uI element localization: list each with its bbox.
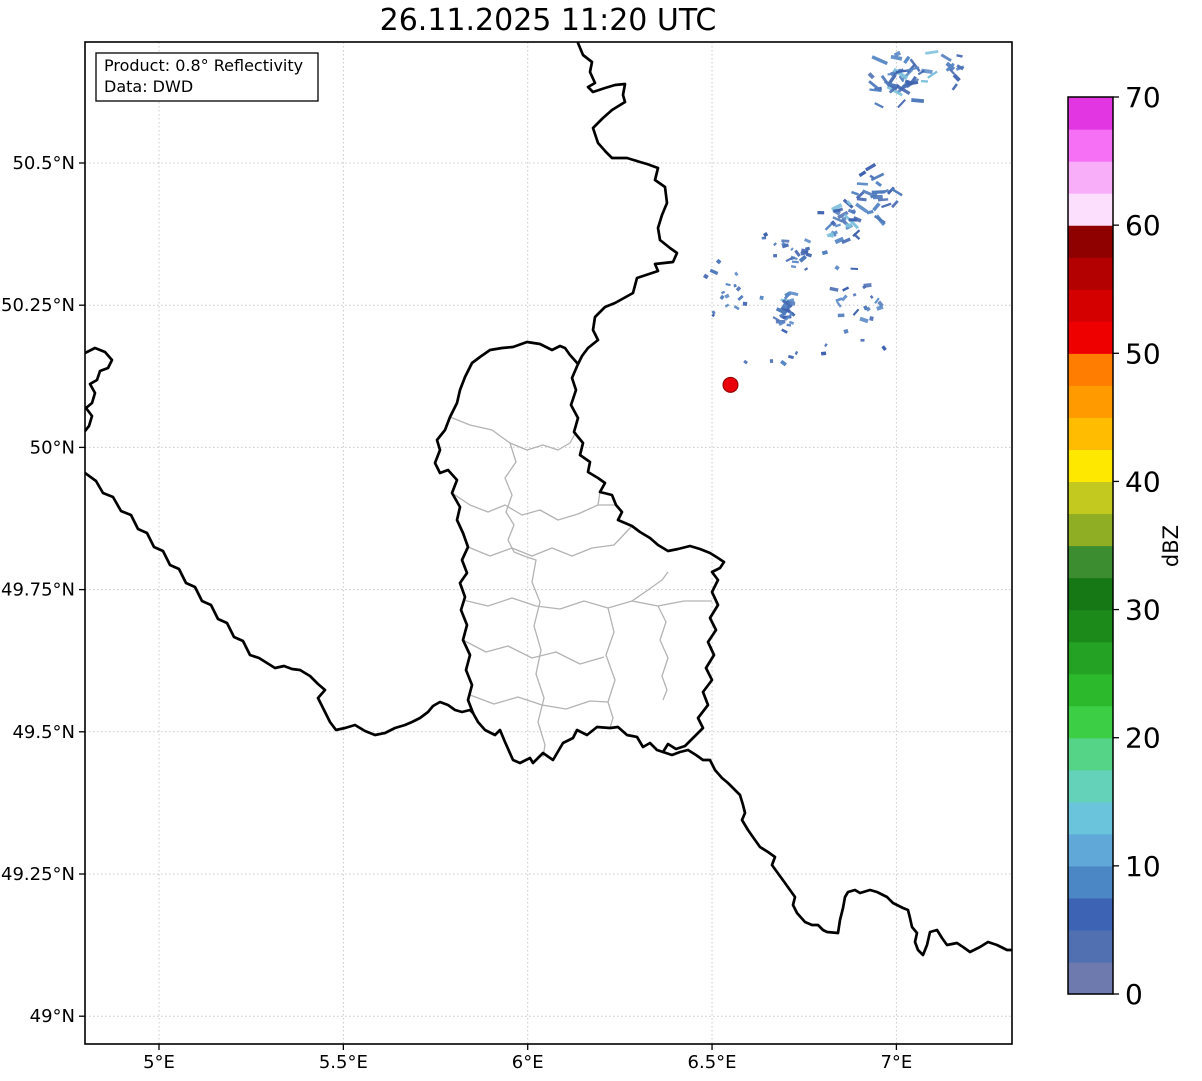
x-tick-label: 6.5°E (688, 1052, 737, 1073)
colorbar-segment (1068, 257, 1113, 290)
colorbar-tick-label: 70 (1125, 81, 1161, 114)
y-tick-label: 49.75°N (1, 580, 75, 601)
y-tick-label: 49°N (30, 1006, 75, 1027)
colorbar-tick-label: 20 (1125, 722, 1161, 755)
echo-speckle (773, 254, 777, 257)
colorbar-segment (1068, 834, 1113, 867)
y-tick-label: 50°N (30, 437, 75, 458)
radar-figure: 5°E 5.5°E 6°E 6.5°E 7°E 50.5°N 50.25°N 50°N 49.7… (0, 0, 1202, 1081)
colorbar-segment (1068, 225, 1113, 258)
annotation-box: Product: 0.8° Reflectivity Data: DWD (96, 53, 318, 101)
colorbar-axis-label: dBZ (1159, 525, 1183, 567)
colorbar-tick-label: 10 (1125, 850, 1161, 883)
echo-speckle (762, 237, 766, 240)
colorbar-tick-label: 0 (1125, 978, 1143, 1011)
echo-speckle (783, 304, 788, 309)
echo-speckle (846, 223, 852, 227)
colorbar-segment (1068, 417, 1113, 450)
echo-speckle (781, 239, 789, 242)
echo-speckle (921, 80, 928, 83)
x-tick-label: 5°E (143, 1052, 175, 1073)
colorbar-segment (1068, 642, 1113, 675)
colorbar-segment (1068, 97, 1113, 130)
colorbar-segment (1068, 962, 1113, 995)
annotation-product-line: Product: 0.8° Reflectivity (104, 56, 303, 75)
colorbar-tick-label: 30 (1125, 594, 1161, 627)
figure-title: 26.11.2025 11:20 UTC (380, 3, 717, 38)
echo-speckle (817, 211, 824, 214)
colorbar-segment (1068, 802, 1113, 835)
echo-speckle (869, 316, 874, 321)
colorbar-segment (1068, 674, 1113, 707)
echo-speckle (733, 284, 736, 287)
y-tick-label: 50.5°N (12, 153, 75, 174)
colorbar-segment (1068, 546, 1113, 579)
radar-map-canvas: 5°E 5.5°E 6°E 6.5°E 7°E 50.5°N 50.25°N 50°N 49.7… (0, 0, 1202, 1081)
echo-speckle (838, 314, 845, 318)
colorbar-segment (1068, 578, 1113, 611)
echo-speckle (759, 296, 763, 300)
colorbar-segment (1068, 161, 1113, 194)
echo-speckle (770, 359, 773, 363)
echo-speckle (842, 217, 847, 220)
x-tick-label: 6°E (512, 1052, 544, 1073)
echo-speckle (821, 351, 826, 355)
colorbar-segment (1068, 289, 1113, 322)
x-tick-label: 5.5°E (319, 1052, 368, 1073)
colorbar-segment (1068, 513, 1113, 546)
annotation-data-line: Data: DWD (104, 77, 193, 96)
colorbar-segment (1068, 449, 1113, 482)
echo-speckle (743, 302, 747, 306)
echo-speckle (860, 339, 864, 342)
colorbar-segment (1068, 481, 1113, 514)
radar-site-marker (723, 377, 738, 392)
colorbar-segment (1068, 610, 1113, 643)
colorbar-segment (1068, 353, 1113, 386)
figure-background (0, 0, 1202, 1081)
y-tick-label: 50.25°N (1, 295, 75, 316)
colorbar-segment (1068, 770, 1113, 803)
colorbar-segment (1068, 706, 1113, 739)
y-tick-label: 49.25°N (1, 864, 75, 885)
colorbar-segment (1068, 321, 1113, 354)
colorbar-segment (1068, 385, 1113, 418)
colorbar-segment (1068, 866, 1113, 899)
echo-speckle (851, 268, 859, 270)
x-tick-label: 7°E (880, 1052, 912, 1073)
colorbar-segment (1068, 193, 1113, 226)
colorbar-segment (1068, 930, 1113, 963)
colorbar-segment (1068, 738, 1113, 771)
colorbar-tick-label: 60 (1125, 209, 1161, 242)
y-tick-label: 49.5°N (12, 722, 75, 743)
echo-speckle (849, 218, 857, 222)
colorbar-tick-label: 40 (1125, 465, 1161, 498)
colorbar-segment (1068, 129, 1113, 162)
colorbar-segment (1068, 898, 1113, 931)
colorbar-tick-label: 50 (1125, 337, 1161, 370)
